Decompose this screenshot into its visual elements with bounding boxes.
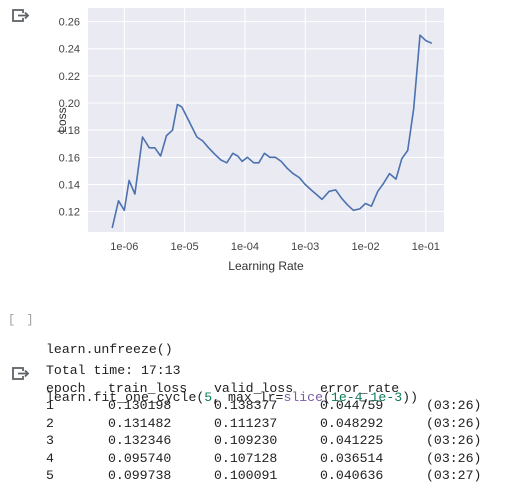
cell-epoch: 3 xyxy=(46,433,54,448)
table-row: 2 0.131482 0.111237 0.048292 (03:26) xyxy=(46,415,481,433)
training-log: Total time: 17:13 epoch train_loss valid… xyxy=(46,362,481,485)
x-axis-label: Learning Rate xyxy=(228,259,304,273)
x-tick-label: 1e-01 xyxy=(412,241,440,253)
header-valid-loss: valid_loss xyxy=(214,380,294,396)
cell-train-loss: 0.131482 xyxy=(108,415,172,431)
cell-valid-loss: 0.107128 xyxy=(214,450,278,466)
training-output: Total time: 17:13 epoch train_loss valid… xyxy=(0,360,505,500)
cell-time: (03:26) xyxy=(426,450,482,466)
cell-train-loss: 0.099738 xyxy=(108,468,172,483)
code-cell[interactable]: [ ] learn.unfreeze() learn.fit_one_cycle… xyxy=(0,300,505,405)
y-tick-label: 0.14 xyxy=(59,179,80,191)
cell-epoch: 1 xyxy=(46,398,54,413)
cell-error-rate: 0.041225 xyxy=(320,433,384,448)
table-row: 5 0.099738 0.100091 0.040636 (03:27) xyxy=(46,467,481,485)
cell-error-rate: 0.040636 xyxy=(320,468,384,483)
table-row: 3 0.132346 0.109230 0.041225 (03:26) xyxy=(46,432,481,450)
x-tick-label: 1e-04 xyxy=(231,241,259,253)
table-header: epoch train_loss valid_loss error_rate xyxy=(46,380,399,398)
table-row: 4 0.095740 0.107128 0.036514 (03:26) xyxy=(46,450,481,468)
cell-train-loss: 0.095740 xyxy=(108,450,172,466)
cell-train-loss: 0.132346 xyxy=(108,433,172,448)
y-tick-label: 0.24 xyxy=(59,44,80,56)
x-tick-label: 1e-03 xyxy=(291,241,319,253)
header-epoch: epoch xyxy=(46,380,86,396)
cell-valid-loss: 0.111237 xyxy=(214,415,278,431)
y-tick-label: 0.12 xyxy=(59,207,80,219)
x-tick-label: 1e-06 xyxy=(110,241,138,253)
cell-error-rate: 0.048292 xyxy=(320,415,384,431)
header-train-loss: train_loss xyxy=(108,380,188,396)
lr-finder-plot-output: 0.12 0.14 0.16 0.18 0.20 0.22 0.24 0.26 1e-06 1e-… xyxy=(0,0,505,285)
lr-finder-chart: 0.120.140.160.180.200.220.240.261e-06 1e-… xyxy=(55,8,444,273)
x-tick-label: 1e-02 xyxy=(351,241,379,253)
cell-valid-loss: 0.138377 xyxy=(214,398,278,413)
code-line-1: learn.unfreeze() xyxy=(46,342,173,357)
header-error-rate: error_rate xyxy=(320,380,400,396)
cell-epoch: 5 xyxy=(46,468,54,483)
output-arrow-icon[interactable] xyxy=(12,366,30,382)
total-time: Total time: 17:13 xyxy=(46,363,181,378)
cell-time: (03:26) xyxy=(426,415,482,431)
run-cell-button[interactable]: [ ] xyxy=(8,313,36,327)
y-tick-label: 0.16 xyxy=(59,152,80,164)
y-axis-label: Loss xyxy=(55,107,69,132)
x-tick-label: 1e-05 xyxy=(171,241,199,253)
cell-valid-loss: 0.109230 xyxy=(214,433,278,448)
cell-error-rate: 0.036514 xyxy=(320,450,384,466)
cell-time: (03:26) xyxy=(426,398,482,413)
table-row: 1 0.130198 0.138377 0.044759 (03:26) xyxy=(46,397,481,415)
cell-train-loss: 0.130198 xyxy=(108,398,172,413)
plot-area xyxy=(88,8,444,232)
cell-epoch: 4 xyxy=(46,450,54,466)
cell-time: (03:26) xyxy=(426,433,482,448)
y-tick-label: 0.26 xyxy=(59,17,80,29)
cell-error-rate: 0.044759 xyxy=(320,398,384,413)
cell-epoch: 2 xyxy=(46,415,54,431)
cell-valid-loss: 0.100091 xyxy=(214,468,278,483)
y-tick-label: 0.22 xyxy=(59,71,80,83)
cell-time: (03:27) xyxy=(426,468,482,483)
